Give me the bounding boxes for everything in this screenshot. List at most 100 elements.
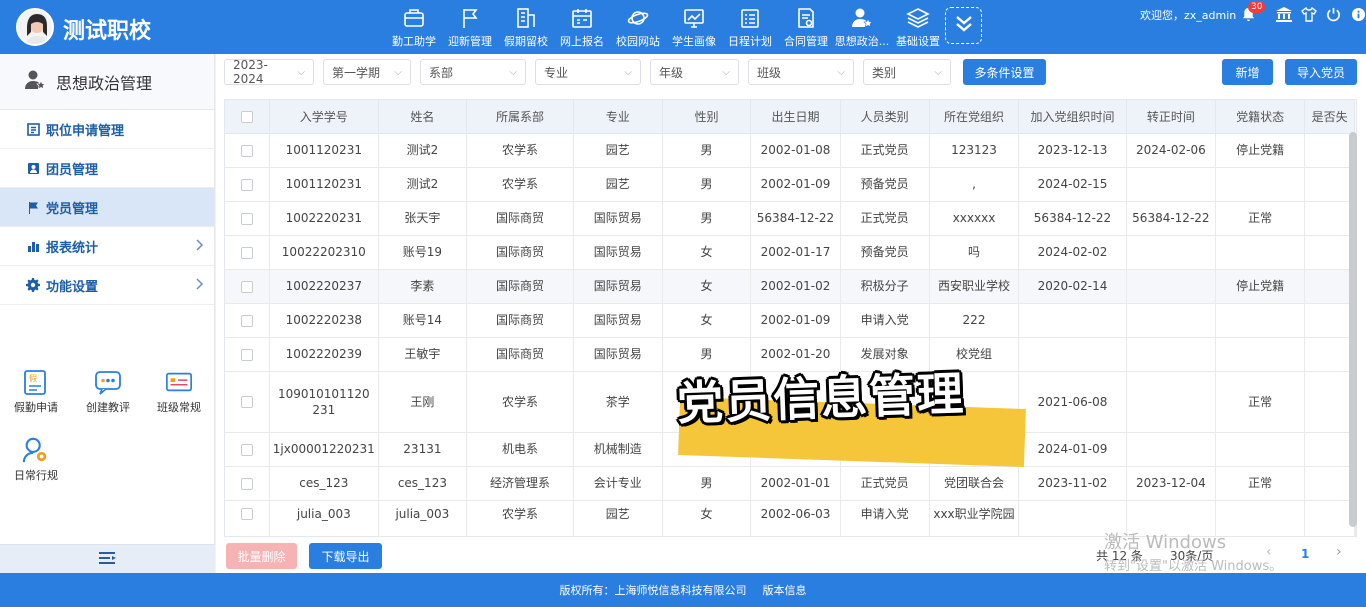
sidebar-item-league-members[interactable]: 团员管理 [0,149,214,188]
current-page[interactable]: 1 [1301,547,1309,561]
batch-delete-button[interactable]: 批量删除 [226,543,297,569]
table-cell: 56384-12-22 [750,201,841,236]
row-checkbox[interactable] [240,348,253,361]
nav-work-study[interactable]: 勤工助学 [386,0,442,54]
column-header[interactable]: 入学学号 [269,100,379,134]
info-icon[interactable] [1350,6,1366,23]
quick-create-evaluation[interactable]: 创建教评 [78,368,138,415]
contract-icon [793,5,819,31]
nav-online-signup[interactable]: 网上报名 [554,0,610,54]
welcome-text: 欢迎您，zx_admin [1140,9,1237,22]
nav-student-profile[interactable]: 学生画像 [666,0,722,54]
select-all-checkbox[interactable] [240,110,253,123]
column-header[interactable]: 加入党组织时间 [1018,100,1127,134]
table-row[interactable]: 1002220237 李素 国际商贸 国际贸易女 2002-01-02 积极分子 西安职业学… [225,269,1356,304]
column-header[interactable]: 是否失 [1304,100,1355,134]
table-cell [1126,337,1216,372]
table-row[interactable]: 1002220231 张天宇 国际商贸 国际贸易男 56384-12-22 正式党员 xxx… [225,201,1356,236]
row-checkbox[interactable] [240,396,253,408]
shirt-icon[interactable] [1300,6,1317,23]
table-cell: 男 [662,167,752,202]
nav-label: 校园网站 [616,35,660,48]
table-cell: 2024-02-06 [1126,133,1216,168]
column-header[interactable]: 性别 [662,100,752,134]
nav-ideological[interactable]: 思想政治... [834,0,890,54]
next-page-button[interactable]: › [1336,544,1342,560]
table-cell: 园艺 [573,167,663,202]
table-cell: 农学系 [466,133,574,168]
sidebar-item-settings[interactable]: 功能设置 [0,266,214,305]
category-select[interactable]: 类别 ⌵ [863,59,951,85]
add-button[interactable]: 新增 [1222,59,1273,85]
nav-contract[interactable]: 合同管理 [778,0,834,54]
grade-select[interactable]: 年级 ⌵ [650,59,739,85]
nav-campus-site[interactable]: 校园网站 [610,0,666,54]
table-cell: 王刚 [378,371,468,433]
row-select-cell [225,337,270,372]
nav-more-button[interactable] [945,7,982,44]
table-cell [1215,303,1306,338]
table-cell: 2023-12-13 [1018,133,1127,168]
sidebar-item-job-application[interactable]: 职位申请管理 [0,110,214,149]
column-header[interactable]: 出生日期 [750,100,841,134]
row-select-cell [225,269,270,304]
sidebar-item-reports[interactable]: 报表统计 [0,227,214,266]
column-header[interactable]: 党籍状态 [1215,100,1306,134]
nav-schedule[interactable]: 日程计划 [722,0,778,54]
multi-condition-button[interactable]: 多条件设置 [963,59,1046,85]
import-party-members-button[interactable]: 导入党员 [1285,59,1357,85]
sidebar-item-party-members[interactable]: 党员管理 [0,188,214,227]
chevron-down-icon: ⌵ [297,66,305,78]
row-checkbox[interactable] [240,144,253,157]
chat-bubble-icon [94,368,122,396]
table-row[interactable]: 1002220238 账号14 国际商贸 国际贸易女 2002-01-09 申请入党 222 [225,303,1356,338]
column-header[interactable]: 转正时间 [1126,100,1216,134]
row-checkbox[interactable] [240,280,253,293]
nav-label: 思想政治... [834,35,890,48]
row-select-cell [225,432,270,467]
class-select[interactable]: 班级 ⌵ [748,59,854,85]
column-header[interactable]: 所属系部 [466,100,574,134]
table-cell: ces_123 [269,466,379,501]
nav-holiday-stay[interactable]: 假期留校 [498,0,554,54]
download-export-button[interactable]: 下载导出 [309,543,382,569]
version-info-link[interactable]: 版本信息 [763,582,807,598]
quick-daily-conduct[interactable]: 日常行规 [6,436,66,483]
bank-icon[interactable] [1275,6,1292,23]
bell-icon[interactable]: 30 [1240,1,1266,23]
row-checkbox[interactable] [240,178,253,191]
year-select[interactable]: 2023-2024 ⌵ [224,58,314,86]
column-header[interactable]: 人员类别 [840,100,930,134]
row-checkbox[interactable] [240,443,253,456]
nav-freshman[interactable]: 迎新管理 [442,0,498,54]
column-header[interactable]: 所在党组织 [929,100,1020,134]
year-value: 2023-2024 [233,58,268,86]
row-checkbox[interactable] [240,477,253,490]
column-header[interactable]: 专业 [573,100,663,134]
table-cell: 1jx00001220231 [269,432,379,467]
vertical-scrollbar[interactable] [1349,132,1357,527]
row-checkbox[interactable] [240,314,253,327]
semester-select[interactable]: 第一学期 ⌵ [323,59,411,85]
nav-basic-settings[interactable]: 基础设置 [890,0,946,54]
table-cell: 2002-01-01 [750,466,841,501]
power-icon[interactable] [1325,6,1342,23]
quick-class-routine[interactable]: 班级常规 [149,368,209,415]
sidebar-collapse-button[interactable] [0,544,215,573]
column-header[interactable]: 姓名 [378,100,468,134]
table-row[interactable]: 1001120231 测试2 农学系 园艺男 2002-01-09 预备党员, 2024-0… [225,167,1356,202]
table-row[interactable]: 10022202310 账号19 国际商贸 国际贸易女 2002-01-17 预备党员吗 2… [225,235,1356,270]
select-all-header [225,100,270,134]
table-row[interactable]: ces_123 ces_123 经济管理系 会计专业男 2002-01-01 正式党员 党团… [225,466,1356,501]
table-row[interactable]: 1001120231 测试2 农学系 园艺男 2002-01-08 正式党员 123123 2… [225,133,1356,168]
department-select[interactable]: 系部 ⌵ [420,59,526,85]
row-checkbox[interactable] [240,246,253,259]
row-checkbox[interactable] [240,508,253,520]
table-cell [1018,303,1127,338]
table-cell: 109010101120231 [269,371,379,433]
table-cell: 2002-01-09 [750,167,841,202]
layers-icon [905,5,931,31]
major-select[interactable]: 专业 ⌵ [535,59,641,85]
quick-leave-request[interactable]: 假 假勤申请 [6,368,66,415]
row-checkbox[interactable] [240,212,253,225]
